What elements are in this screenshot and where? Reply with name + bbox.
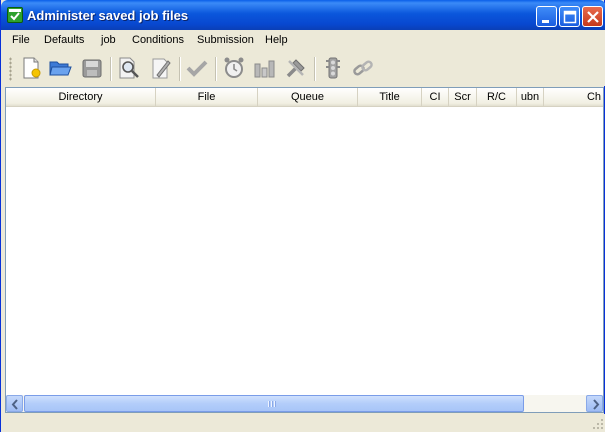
- maximize-button[interactable]: [559, 6, 580, 27]
- column-scr[interactable]: Scr: [449, 88, 477, 106]
- open-folder-icon: [49, 61, 72, 76]
- resize-grip-icon[interactable]: [592, 418, 604, 430]
- toolbar-separator: [179, 57, 181, 81]
- tools-icon: [286, 59, 305, 78]
- search-icon: [119, 57, 139, 79]
- scroll-left-button[interactable]: [6, 395, 23, 412]
- check-icon: [186, 60, 208, 77]
- close-button[interactable]: [582, 6, 603, 27]
- open-button[interactable]: [48, 56, 72, 80]
- column-ci[interactable]: CI: [422, 88, 449, 106]
- toolbar: [1, 51, 605, 86]
- toolbar-separator: [314, 57, 316, 81]
- column-title[interactable]: Title: [358, 88, 422, 106]
- link-button[interactable]: [351, 56, 375, 80]
- menu-defaults[interactable]: Defaults: [44, 34, 84, 46]
- column-rc[interactable]: R/C: [477, 88, 517, 106]
- calendar-check-icon: [7, 7, 23, 23]
- horizontal-scrollbar[interactable]: [6, 395, 603, 412]
- column-directory[interactable]: Directory: [6, 88, 156, 106]
- menu-bar: File Defaults job Conditions Submission …: [1, 30, 605, 51]
- close-icon: [587, 11, 599, 23]
- toolbar-grip[interactable]: [9, 57, 12, 81]
- column-file[interactable]: File: [156, 88, 258, 106]
- scroll-thumb-grip: [268, 401, 277, 407]
- toolbar-separator: [110, 57, 112, 81]
- menu-file[interactable]: File: [12, 34, 30, 46]
- app-window: Administer saved job files File Defaults…: [0, 0, 605, 432]
- scroll-right-icon: [593, 399, 600, 410]
- edit-icon: [152, 58, 171, 79]
- status-bar: [1, 414, 605, 432]
- save-icon: [82, 59, 102, 78]
- maximize-icon: [563, 10, 577, 24]
- new-file-icon: [23, 57, 41, 79]
- column-queue[interactable]: Queue: [258, 88, 358, 106]
- tools-button[interactable]: [284, 56, 308, 80]
- scroll-right-button[interactable]: [586, 395, 603, 412]
- edit-button[interactable]: [149, 56, 173, 80]
- toolbar-separator: [215, 57, 217, 81]
- search-button[interactable]: [117, 56, 141, 80]
- alarm-clock-icon: [224, 57, 244, 78]
- title-bar[interactable]: Administer saved job files: [1, 0, 605, 30]
- check-button[interactable]: [185, 56, 209, 80]
- menu-submission[interactable]: Submission: [197, 34, 254, 46]
- alarm-button[interactable]: [222, 56, 246, 80]
- bar-chart-icon: [254, 60, 275, 78]
- traffic-light-icon: [326, 57, 340, 79]
- list-header: Directory File Queue Title CI Scr R/C ub…: [6, 88, 603, 107]
- minimize-icon: [542, 20, 549, 23]
- window-title: Administer saved job files: [27, 8, 189, 23]
- column-ch[interactable]: Ch: [544, 88, 603, 106]
- scroll-left-icon: [11, 399, 18, 410]
- job-files-list[interactable]: Directory File Queue Title CI Scr R/C ub…: [5, 87, 604, 413]
- menu-conditions[interactable]: Conditions: [132, 34, 184, 46]
- menu-job[interactable]: job: [101, 34, 116, 46]
- traffic-light-button[interactable]: [321, 56, 345, 80]
- scroll-thumb[interactable]: [24, 395, 524, 412]
- column-ubn[interactable]: ubn: [517, 88, 544, 106]
- new-file-button[interactable]: [19, 56, 43, 80]
- chart-button[interactable]: [252, 56, 276, 80]
- minimize-button[interactable]: [536, 6, 557, 27]
- menu-help[interactable]: Help: [265, 34, 288, 46]
- save-button[interactable]: [80, 56, 104, 80]
- link-icon: [353, 60, 373, 76]
